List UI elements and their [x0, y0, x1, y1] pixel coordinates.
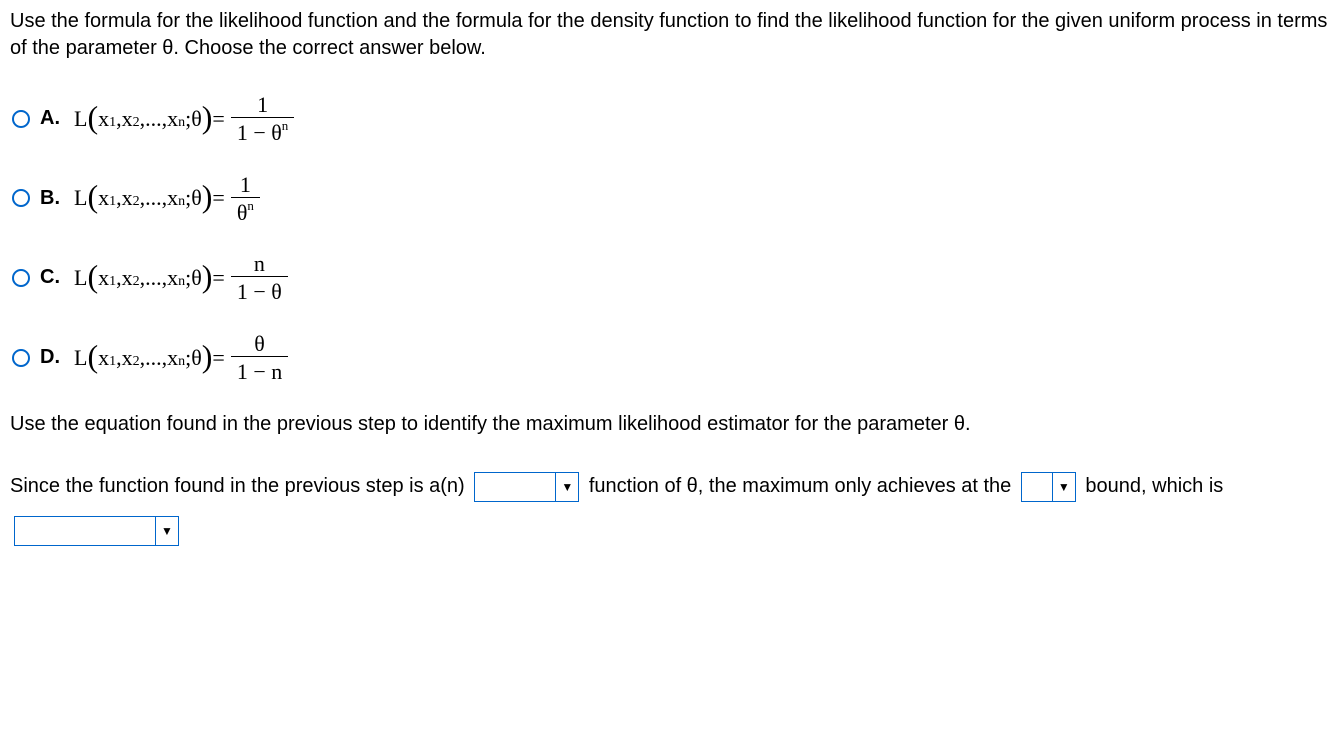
- formula-d: L(x1,x2,...,xn;θ) = θ 1 − n: [74, 331, 294, 385]
- question-text: Use the formula for the likelihood funct…: [10, 8, 1328, 62]
- radio-c[interactable]: [12, 269, 30, 287]
- chevron-down-icon: ▼: [555, 473, 578, 501]
- option-d[interactable]: D. L(x1,x2,...,xn;θ) = θ 1 − n: [12, 331, 1328, 385]
- fill-in-sentence: Since the function found in the previous…: [10, 464, 1328, 552]
- formula-a: L(x1,x2,...,xn;θ) = 1 1 − θn: [74, 92, 300, 146]
- dropdown-bound-type[interactable]: ▼: [1021, 472, 1076, 502]
- option-letter: B.: [40, 187, 60, 210]
- radio-b[interactable]: [12, 189, 30, 207]
- formula-b: L(x1,x2,...,xn;θ) = 1 θn: [74, 172, 266, 226]
- follow-up-text: Use the equation found in the previous s…: [10, 410, 1328, 438]
- chevron-down-icon: ▼: [1052, 473, 1075, 501]
- formula-c: L(x1,x2,...,xn;θ) = n 1 − θ: [74, 251, 294, 305]
- option-letter: A.: [40, 107, 60, 130]
- fill-part2: function of θ, the maximum only achieves…: [589, 475, 1017, 497]
- option-letter: C.: [40, 266, 60, 289]
- options-group: A. L(x1,x2,...,xn;θ) = 1 1 − θn B. L(x1,…: [12, 92, 1328, 384]
- option-c[interactable]: C. L(x1,x2,...,xn;θ) = n 1 − θ: [12, 251, 1328, 305]
- option-letter: D.: [40, 346, 60, 369]
- option-a[interactable]: A. L(x1,x2,...,xn;θ) = 1 1 − θn: [12, 92, 1328, 146]
- chevron-down-icon: ▼: [155, 517, 178, 545]
- radio-a[interactable]: [12, 110, 30, 128]
- dropdown-bound-value[interactable]: ▼: [14, 516, 179, 546]
- fill-part3: bound, which is: [1085, 475, 1223, 497]
- radio-d[interactable]: [12, 349, 30, 367]
- dropdown-function-type[interactable]: ▼: [474, 472, 579, 502]
- fill-part1: Since the function found in the previous…: [10, 475, 470, 497]
- option-b[interactable]: B. L(x1,x2,...,xn;θ) = 1 θn: [12, 172, 1328, 226]
